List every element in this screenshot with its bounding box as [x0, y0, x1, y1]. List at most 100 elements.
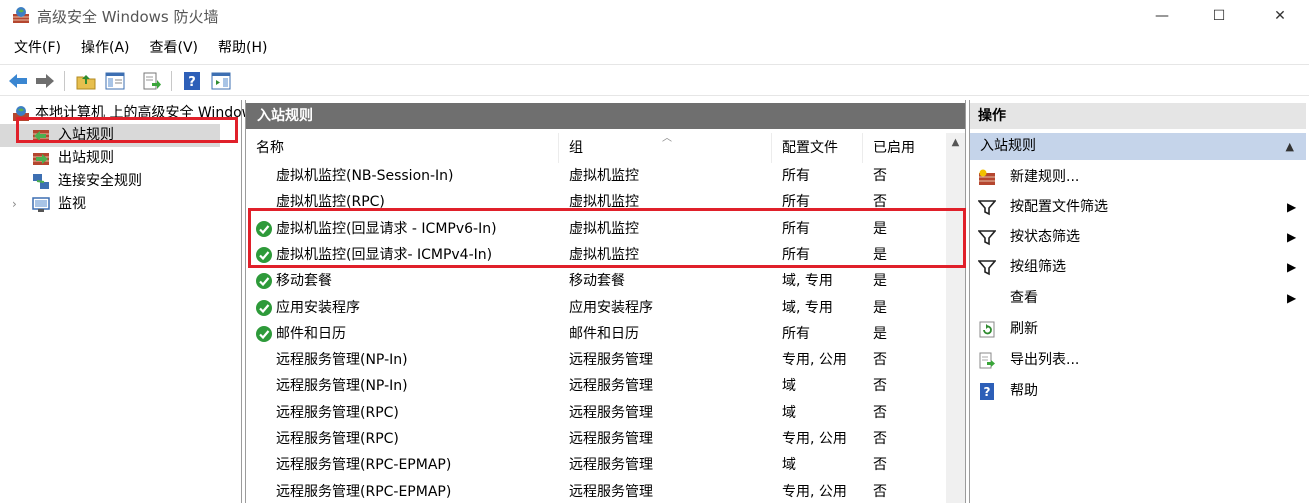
table-row[interactable]: 远程服务管理(RPC) 远程服务管理 域 否 — [246, 400, 946, 426]
submenu-arrow-icon: ▶ — [1287, 230, 1297, 244]
show-hide-tree-button[interactable] — [104, 70, 126, 92]
rule-name-cell: 虚拟机监控(回显请求- ICMPv4-In) — [276, 246, 493, 263]
tree-root[interactable]: 本地计算机 上的高级安全 Windows — [0, 102, 260, 125]
rule-profile-cell: 所有 — [782, 168, 810, 184]
table-row[interactable]: 远程服务管理(RPC-EPMAP) 远程服务管理 专用, 公用 否 — [246, 479, 946, 503]
up-folder-button[interactable] — [75, 70, 97, 92]
tree-item-monitoring[interactable]: › 监视 — [0, 193, 242, 216]
column-header-profile[interactable]: 配置文件 — [772, 133, 863, 163]
action-item[interactable]: 新建规则... — [970, 162, 1306, 192]
firewall-app-icon — [13, 7, 29, 23]
enabled-check-icon — [256, 220, 272, 237]
table-row[interactable]: 虚拟机监控(回显请求- ICMPv4-In) 虚拟机监控 所有 是 — [246, 242, 946, 268]
tree-item-connection-security-rules[interactable]: 连接安全规则 — [0, 170, 242, 193]
export-list-icon — [979, 352, 995, 369]
table-row[interactable]: 远程服务管理(RPC-EPMAP) 远程服务管理 域 否 — [246, 452, 946, 478]
rule-enabled-cell: 是 — [873, 246, 887, 263]
close-button[interactable]: ✕ — [1251, 0, 1309, 32]
rule-group-cell: 远程服务管理 — [569, 352, 653, 369]
refresh-icon — [979, 321, 995, 338]
toolbar-separator — [171, 71, 172, 91]
rule-group-cell: 移动套餐 — [569, 273, 625, 290]
column-header-enabled[interactable]: 已启用 — [863, 133, 946, 163]
table-row[interactable]: 虚拟机监控(RPC) 虚拟机监控 所有 否 — [246, 189, 946, 215]
rule-profile-cell: 所有 — [782, 194, 810, 211]
collapse-arrow-icon[interactable]: ▲ — [1286, 133, 1294, 160]
back-button[interactable] — [7, 70, 29, 92]
enabled-check-icon — [256, 325, 272, 342]
pane-title: 入站规则 — [246, 103, 965, 129]
maximize-button[interactable]: ☐ — [1190, 0, 1248, 32]
menu-bar: 文件(F) 操作(A) 查看(V) 帮助(H) — [0, 36, 1309, 60]
table-row[interactable]: 虚拟机监控(回显请求 - ICMPv6-In) 虚拟机监控 所有 是 — [246, 216, 946, 242]
rule-group-cell: 应用安装程序 — [569, 299, 653, 316]
minimize-button[interactable]: — — [1133, 0, 1191, 32]
tree-root-label: 本地计算机 上的高级安全 Windows — [35, 105, 261, 121]
scroll-up-arrow-icon[interactable]: ▲ — [946, 133, 965, 152]
rule-enabled-cell: 否 — [873, 404, 887, 421]
menu-action[interactable]: 操作(A) — [81, 36, 130, 60]
action-label: 导出列表... — [1010, 352, 1080, 368]
tree-item-label: 连接安全规则 — [58, 173, 142, 189]
vertical-scrollbar[interactable]: ▲ — [946, 133, 965, 503]
back-arrow-icon — [9, 74, 27, 88]
rule-enabled-cell: 否 — [873, 483, 887, 500]
tree-item-inbound-rules[interactable]: 入站规则 — [0, 124, 220, 147]
rule-name-cell: 应用安装程序 — [276, 299, 360, 316]
action-pane-icon — [211, 72, 231, 90]
rule-enabled-cell: 是 — [873, 325, 887, 342]
actions-section-inbound-rules[interactable]: 入站规则 ▲ — [970, 133, 1306, 160]
action-item[interactable]: ? 帮助 — [970, 376, 1306, 406]
expand-chevron-icon[interactable]: › — [12, 193, 17, 216]
action-label: 按配置文件筛选 — [1010, 199, 1108, 215]
action-item[interactable]: 按配置文件筛选 ▶ — [970, 192, 1306, 222]
action-item[interactable]: 查看 ▶ — [970, 283, 1306, 313]
menu-help[interactable]: 帮助(H) — [218, 36, 267, 60]
tree-item-outbound-rules[interactable]: 出站规则 — [0, 147, 242, 170]
forward-button[interactable] — [34, 70, 56, 92]
column-header-name[interactable]: 名称 — [246, 133, 559, 163]
menu-file[interactable]: 文件(F) — [14, 36, 61, 60]
rule-group-cell: 虚拟机监控 — [569, 194, 639, 211]
rule-profile-cell: 域, 专用 — [782, 273, 833, 290]
table-row[interactable]: 远程服务管理(NP-In) 远程服务管理 域 否 — [246, 373, 946, 399]
new-rule-icon — [979, 169, 995, 185]
rule-profile-cell: 域 — [782, 457, 796, 474]
export-button[interactable] — [141, 70, 163, 92]
actions-pane-title: 操作 — [970, 103, 1306, 129]
action-label: 查看 — [1010, 290, 1038, 306]
tree-item-label: 出站规则 — [58, 150, 114, 166]
show-hide-action-pane-button[interactable] — [210, 70, 232, 92]
table-row[interactable]: 邮件和日历 邮件和日历 所有 是 — [246, 321, 946, 347]
column-header-group[interactable]: 组 — [559, 133, 772, 163]
rule-profile-cell: 域 — [782, 404, 796, 421]
rule-name-cell: 远程服务管理(RPC-EPMAP) — [276, 457, 452, 474]
table-row[interactable]: 虚拟机监控(NB-Session-In) 虚拟机监控 所有 否 — [246, 163, 946, 189]
actions-pane: 操作 入站规则 ▲ 新建规则... 按配置文件筛选 ▶ 按状态筛选 ▶ 按组筛选 ▶ 查看 ▶ 刷… — [969, 100, 1309, 503]
action-label: 帮助 — [1010, 383, 1038, 399]
action-item[interactable]: 按组筛选 ▶ — [970, 252, 1306, 282]
action-item[interactable]: 按状态筛选 ▶ — [970, 222, 1306, 252]
help-icon: ? — [980, 383, 994, 400]
rule-enabled-cell: 否 — [873, 378, 887, 395]
maximize-icon: ☐ — [1212, 8, 1226, 24]
export-icon — [143, 72, 161, 90]
submenu-arrow-icon: ▶ — [1287, 291, 1297, 305]
close-icon: ✕ — [1274, 8, 1286, 24]
tree-item-label: 监视 — [58, 196, 86, 212]
monitoring-icon — [32, 197, 50, 212]
help-button[interactable]: ? — [181, 70, 203, 92]
rule-name-cell: 虚拟机监控(NB-Session-In) — [276, 168, 454, 184]
menu-view[interactable]: 查看(V) — [150, 36, 199, 60]
inbound-rules-icon — [33, 130, 49, 142]
firewall-root-icon — [13, 106, 29, 121]
table-row[interactable]: 应用安装程序 应用安装程序 域, 专用 是 — [246, 295, 946, 321]
console-tree-icon — [105, 72, 125, 90]
table-row[interactable]: 远程服务管理(RPC) 远程服务管理 专用, 公用 否 — [246, 426, 946, 452]
submenu-arrow-icon: ▶ — [1287, 260, 1297, 274]
action-item[interactable]: 刷新 — [970, 314, 1306, 344]
action-item[interactable]: 导出列表... — [970, 345, 1306, 375]
table-row[interactable]: 移动套餐 移动套餐 域, 专用 是 — [246, 268, 946, 294]
toolbar: ? — [0, 64, 1309, 96]
table-row[interactable]: 远程服务管理(NP-In) 远程服务管理 专用, 公用 否 — [246, 347, 946, 373]
